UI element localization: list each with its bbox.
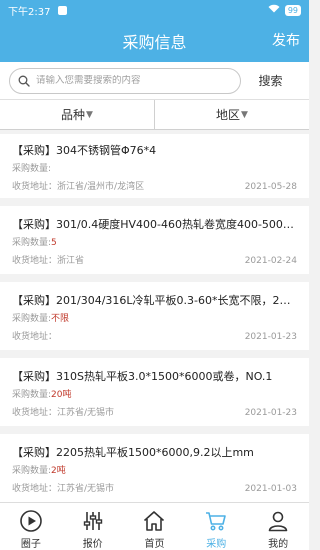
- quantity-value: 2吨: [51, 466, 66, 476]
- listing-meta: 收货地址：浙江省 2021-02-24: [12, 255, 297, 267]
- search-row: 搜索: [0, 62, 309, 100]
- tab-quotes[interactable]: 报价: [62, 503, 124, 550]
- publish-button[interactable]: 发布: [272, 20, 300, 62]
- user-icon: [268, 511, 288, 532]
- filter-variety[interactable]: 品种 ▼: [0, 100, 154, 129]
- listing-date: 2021-01-23: [244, 332, 297, 342]
- status-time: 下午2:37: [8, 6, 51, 18]
- status-bar: 下午2:37 99: [0, 0, 309, 20]
- filter-region[interactable]: 地区 ▼: [154, 100, 309, 129]
- bottom-tab-bar: 圈子 报价 首页 采购 我的: [0, 502, 309, 550]
- filter-region-label: 地区: [216, 108, 241, 122]
- listing-date: 2021-01-03: [244, 484, 297, 494]
- listing-address: 收货地址：: [12, 332, 58, 342]
- quantity-label: 采购数量:: [12, 314, 52, 324]
- tab-mine[interactable]: 我的: [247, 503, 309, 550]
- listing-title: 【采购】301/0.4硬度HV400-460热轧卷宽度400-500…: [12, 218, 294, 231]
- tab-label: 圈子: [20, 539, 41, 550]
- search-icon: [18, 75, 30, 87]
- quantity-value: 不限: [51, 314, 70, 324]
- listing-title: 【采购】304不锈钢管Φ76*4: [12, 144, 157, 157]
- list-item[interactable]: 【采购】201/304/316L冷轧平板0.3-60*长宽不限，2… 采购数量:…: [0, 282, 309, 350]
- listing-quantity: 采购数量:不限: [12, 313, 297, 325]
- listing-meta: 收货地址：江苏省/无锡市 2021-01-03: [12, 483, 297, 495]
- circle-play-icon: [20, 510, 42, 532]
- cart-icon: [206, 512, 227, 531]
- listing-quantity: 采购数量:5: [12, 237, 297, 249]
- search-button[interactable]: 搜索: [241, 72, 300, 89]
- quantity-label: 采购数量:: [12, 390, 52, 400]
- tab-label: 报价: [82, 539, 103, 550]
- search-input[interactable]: [36, 75, 226, 86]
- dropdown-arrow-icon: ▼: [86, 109, 93, 120]
- quantity-label: 采购数量:: [12, 466, 52, 476]
- filter-variety-label: 品种: [61, 108, 86, 122]
- list-item[interactable]: 【采购】310S热轧平板3.0*1500*6000或卷，NO.1 采购数量:20…: [0, 358, 309, 426]
- listing-quantity: 采购数量:2吨: [12, 465, 297, 477]
- listing-date: 2021-02-24: [244, 256, 297, 266]
- list-item[interactable]: 【采购】304不锈钢管Φ76*4 采购数量: 收货地址：浙江省/温州市/龙湾区 2…: [0, 134, 309, 198]
- list-item[interactable]: 【采购】301/0.4硬度HV400-460热轧卷宽度400-500… 采购数量…: [0, 206, 309, 274]
- sliders-icon: [83, 512, 102, 530]
- quantity-label: 采购数量:: [12, 164, 52, 174]
- listing-quantity: 采购数量:: [12, 163, 297, 175]
- listing-meta: 收货地址： 2021-01-23: [12, 331, 297, 343]
- listing-quantity: 采购数量:20吨: [12, 389, 297, 401]
- title-bar: 采购信息 发布: [0, 20, 309, 62]
- notification-icon: [58, 5, 68, 15]
- wifi-icon: [268, 4, 280, 16]
- listing-title: 【采购】201/304/316L冷轧平板0.3-60*长宽不限，2…: [12, 294, 291, 307]
- tab-label: 采购: [206, 539, 227, 550]
- listing-date: 2021-01-23: [244, 408, 297, 418]
- tab-circle[interactable]: 圈子: [0, 503, 62, 550]
- tab-label: 我的: [268, 539, 289, 550]
- tab-label: 首页: [144, 539, 165, 550]
- app-header: 下午2:37 99 采购信息 发布: [0, 0, 309, 62]
- battery-indicator: 99: [284, 4, 301, 16]
- page-title: 采购信息: [122, 33, 187, 52]
- listing-address: 收货地址：浙江省/温州市/龙湾区: [12, 182, 145, 192]
- dropdown-arrow-icon: ▼: [241, 109, 248, 120]
- listing-meta: 收货地址：浙江省/温州市/龙湾区 2021-05-28: [12, 181, 297, 193]
- search-box[interactable]: [9, 67, 241, 94]
- listing-address: 收货地址：浙江省: [12, 256, 85, 266]
- quantity-value: 20吨: [51, 390, 72, 400]
- listing-address: 收货地址：江苏省/无锡市: [12, 408, 115, 418]
- listing-address: 收货地址：江苏省/无锡市: [12, 484, 115, 494]
- listing-meta: 收货地址：江苏省/无锡市 2021-01-23: [12, 407, 297, 419]
- listing-title: 【采购】2205热轧平板1500*6000,9.2以上mm: [12, 446, 254, 459]
- quantity-label: 采购数量:: [12, 238, 52, 248]
- home-icon: [144, 511, 165, 531]
- listing-date: 2021-05-28: [244, 182, 297, 192]
- filter-bar: 品种 ▼ 地区 ▼: [0, 100, 309, 130]
- quantity-value: 5: [51, 238, 57, 248]
- tab-purchase[interactable]: 采购: [185, 503, 247, 550]
- tab-home[interactable]: 首页: [124, 503, 186, 550]
- list-item[interactable]: 【采购】2205热轧平板1500*6000,9.2以上mm 采购数量:2吨 收货…: [0, 434, 309, 502]
- listing-title: 【采购】310S热轧平板3.0*1500*6000或卷，NO.1: [12, 370, 273, 383]
